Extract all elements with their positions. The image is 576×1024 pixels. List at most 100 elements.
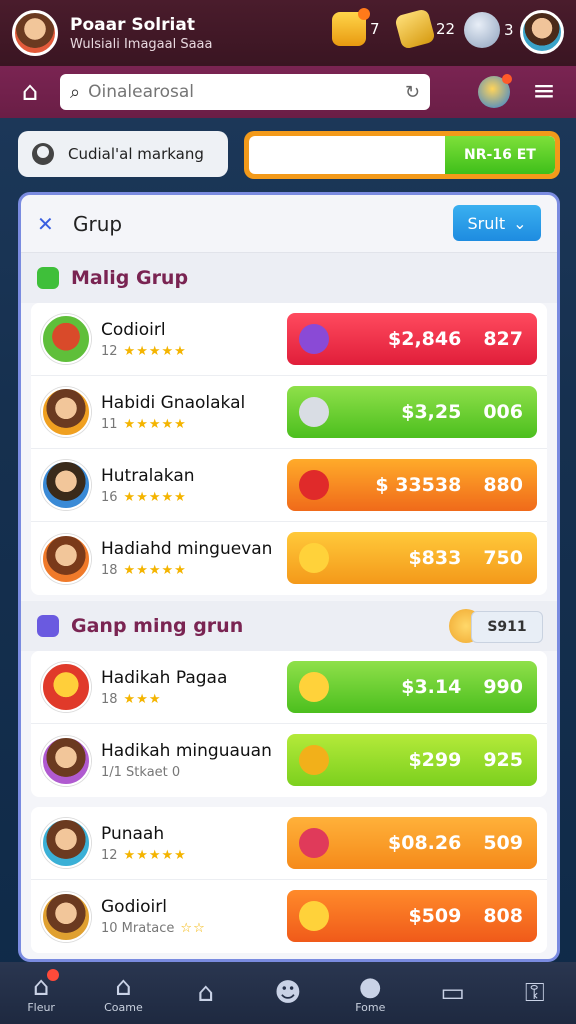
member-name: Hadiahd minguevan xyxy=(101,539,273,559)
reward-amount: $2,846 xyxy=(388,328,462,350)
notification-icon[interactable] xyxy=(478,74,512,108)
tab-house[interactable]: ⌂ xyxy=(176,965,236,1021)
member-rating: 11 ★★★★★ xyxy=(101,417,245,432)
list-item[interactable]: Habidi Gnaolakal 11 ★★★★★ $3,25 006 xyxy=(31,376,547,449)
player-profile: Poaar Solriat Wulsiali Imagaal Saaa xyxy=(70,15,213,52)
list-item[interactable]: Hadiahd minguevan 18 ★★★★★ $833 750 xyxy=(31,522,547,595)
reward-count: 509 xyxy=(483,832,523,854)
sort-dropdown[interactable]: Srult ⌄ xyxy=(453,205,541,241)
tab-home[interactable]: ⌂ Fleur xyxy=(11,965,71,1021)
list-item[interactable]: Punaah 12 ★★★★★ $08.26 509 xyxy=(31,807,547,880)
reward-button[interactable]: $3.14 990 xyxy=(287,661,537,713)
bottom-tab-bar: ⌂ Fleur ⌂ Coame ⌂ ☻ ● Fome ▭ ⚿ xyxy=(0,962,576,1024)
member-rating: 16 ★★★★★ xyxy=(101,490,195,505)
list-item[interactable]: Hutralakan 16 ★★★★★ $ 33538 880 xyxy=(31,449,547,522)
gold-stat[interactable]: 22 xyxy=(394,8,455,50)
orb-icon xyxy=(464,12,500,48)
member-name: Hutralakan xyxy=(101,465,195,486)
player-avatar[interactable] xyxy=(12,10,58,56)
member-rating: 18 ★★★★★ xyxy=(101,563,272,578)
panel-title: Grup xyxy=(73,211,123,236)
member-info: Godioirl 10 Mratace ☆☆ xyxy=(101,897,206,936)
user-icon xyxy=(32,143,54,165)
reward-button[interactable]: $833 750 xyxy=(287,532,537,584)
reward-icon xyxy=(299,745,329,775)
chat-icon xyxy=(37,615,59,637)
chat-icon: ☻ xyxy=(274,978,302,1008)
search-box[interactable]: ⌕ ↻ xyxy=(60,74,430,110)
reward-amount: $509 xyxy=(408,905,462,927)
player-name: Poaar Solriat xyxy=(70,14,195,35)
list-item[interactable]: Hadikah minguauan 1/1 Stkaet 0 $299 925 xyxy=(31,724,547,797)
reward-amount: $3.14 xyxy=(401,676,462,698)
section-title-second: Ganp ming grun xyxy=(71,615,244,637)
orb-count: 3 xyxy=(504,21,514,39)
house-icon: ⌂ xyxy=(197,978,214,1008)
reward-button[interactable]: $3,25 006 xyxy=(287,386,537,438)
member-info: Hadikah Pagaa 18 ★★★ xyxy=(101,668,227,707)
list-item[interactable]: Godioirl 10 Mratace ☆☆ $509 808 xyxy=(31,880,547,953)
reward-icon xyxy=(299,672,329,702)
reward-button[interactable]: $08.26 509 xyxy=(287,817,537,869)
nav-bar: ⌂ ⌕ ↻ ≡ xyxy=(0,66,576,118)
progress-label: NR-16 ET xyxy=(464,147,536,163)
reward-icon xyxy=(299,543,329,573)
tab-chat[interactable]: ☻ xyxy=(258,965,318,1021)
star-rating-icon: ★★★★★ xyxy=(123,416,187,432)
member-level: 1/1 Stkaet 0 xyxy=(101,765,181,780)
member-avatar xyxy=(41,735,91,786)
list-item[interactable]: Codioirl 12 ★★★★★ $2,846 827 xyxy=(31,303,547,376)
member-avatar xyxy=(41,533,91,584)
section-action-label: S911 xyxy=(487,619,527,635)
member-info: Hutralakan 16 ★★★★★ xyxy=(101,466,195,505)
group-list: Codioirl 12 ★★★★★ $2,846 827 Habidi Gnaolakal… xyxy=(31,303,547,595)
top-header: Poaar Solriat Wulsiali Imagaal Saaa 7 22… xyxy=(0,0,576,66)
reward-amount: $ 33538 xyxy=(375,474,462,496)
refresh-icon[interactable]: ↻ xyxy=(405,82,420,103)
screen-icon: ▭ xyxy=(440,978,465,1008)
tab-game[interactable]: ⌂ Coame xyxy=(93,965,153,1021)
menu-icon[interactable]: ≡ xyxy=(528,76,560,108)
section-header-main: Malig Grup xyxy=(21,253,557,303)
member-level: 12 xyxy=(101,847,118,863)
reward-count: 827 xyxy=(483,328,523,350)
reward-button[interactable]: $2,846 827 xyxy=(287,313,537,365)
reward-amount: $833 xyxy=(408,547,462,569)
star-rating-icon: ★★★★★ xyxy=(123,563,187,578)
filter-chip[interactable]: Cudial'al markang xyxy=(18,131,228,177)
group-list-third: Punaah 12 ★★★★★ $08.26 509 Godioirl 10 Mratace… xyxy=(31,807,547,953)
member-avatar xyxy=(41,818,91,868)
reward-button[interactable]: $509 808 xyxy=(287,890,537,942)
orb-stat[interactable]: 3 xyxy=(464,12,514,48)
member-name: Hadikah minguauan xyxy=(101,741,272,761)
group-panel: ✕ Grup Srult ⌄ Malig Grup Codioirl 12 ★★★★… xyxy=(18,192,560,962)
chest-stat[interactable]: 7 xyxy=(332,8,380,46)
filter-chip-label: Cudial'al markang xyxy=(68,145,204,163)
list-item[interactable]: Hadikah Pagaa 18 ★★★ $3.14 990 xyxy=(31,651,547,724)
tab-label: Coame xyxy=(104,1000,143,1014)
section-action-button[interactable]: S911 xyxy=(471,611,543,643)
member-level: 16 xyxy=(101,489,118,505)
group-list-second: Hadikah Pagaa 18 ★★★ $3.14 990 Hadikah mingua… xyxy=(31,651,547,797)
reward-button[interactable]: $ 33538 880 xyxy=(287,459,537,511)
chevron-down-icon: ⌄ xyxy=(513,213,527,233)
reward-count: 750 xyxy=(483,547,523,569)
search-input[interactable] xyxy=(88,82,389,102)
star-rating-icon: ★★★★★ xyxy=(123,343,187,359)
reward-amount: $299 xyxy=(408,749,462,771)
member-level: 11 xyxy=(101,416,118,432)
tab-screen[interactable]: ▭ xyxy=(423,965,483,1021)
reward-amount: $3,25 xyxy=(401,401,462,423)
tab-lock[interactable]: ⚿ xyxy=(505,965,565,1021)
friend-avatar[interactable] xyxy=(520,10,564,54)
tab-pin[interactable]: ● Fome xyxy=(340,965,400,1021)
member-avatar xyxy=(41,387,91,437)
home-icon[interactable]: ⌂ xyxy=(0,66,60,118)
reward-icon xyxy=(299,470,329,500)
reward-count: 880 xyxy=(483,474,523,496)
sort-label: Srult xyxy=(467,213,506,233)
reward-button[interactable]: $299 925 xyxy=(287,734,537,786)
reward-amount: $08.26 xyxy=(388,832,462,854)
star-rating-icon: ★★★★★ xyxy=(123,847,187,863)
reward-icon xyxy=(299,324,329,354)
